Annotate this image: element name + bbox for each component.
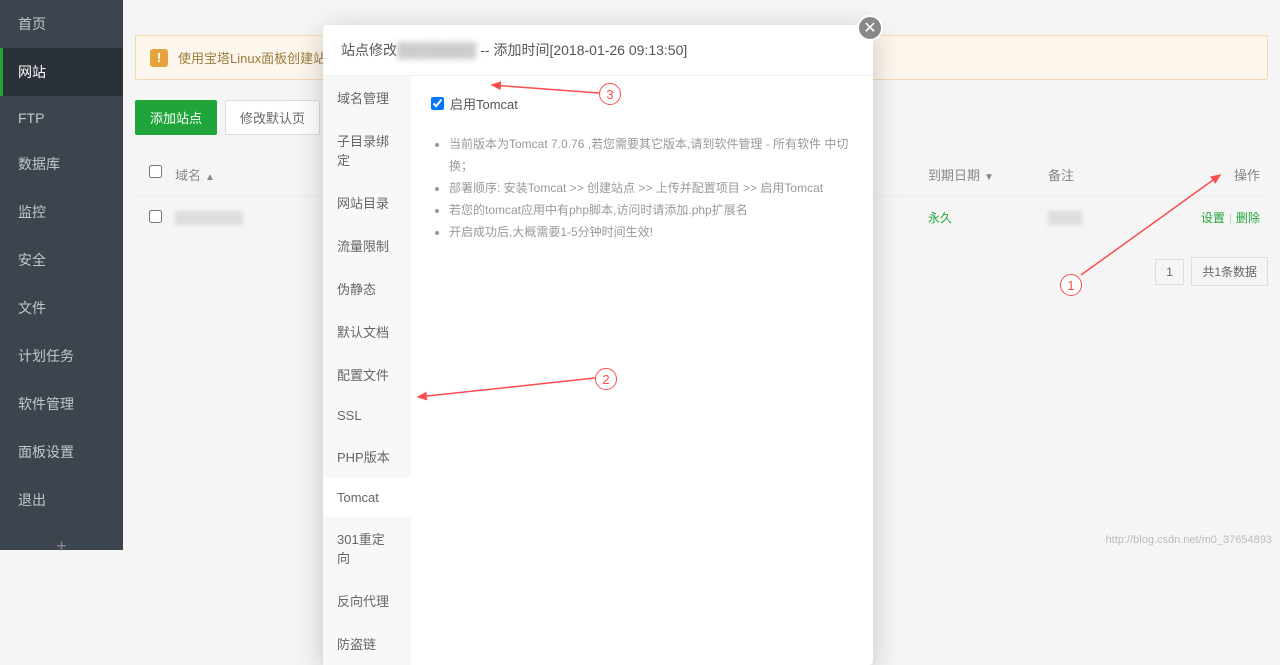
- nav-301[interactable]: 301重定向: [323, 517, 411, 579]
- nav-config[interactable]: 配置文件: [323, 353, 411, 396]
- info-item: 当前版本为Tomcat 7.0.76 ,若您需要其它版本,请到软件管理 - 所有…: [449, 133, 853, 177]
- nav-hotlink[interactable]: 防盗链: [323, 622, 411, 665]
- nav-tomcat[interactable]: Tomcat: [323, 478, 411, 517]
- nav-rewrite[interactable]: 伪静态: [323, 267, 411, 310]
- enable-tomcat-checkbox[interactable]: [431, 97, 444, 110]
- modal-overlay: ✕ 站点修改████████ -- 添加时间[2018-01-26 09:13:…: [0, 0, 1280, 550]
- info-item: 若您的tomcat应用中有php脚本,访问时请添加.php扩展名: [449, 199, 853, 221]
- modal-nav: 域名管理 子目录绑定 网站目录 流量限制 伪静态 默认文档 配置文件 SSL P…: [323, 76, 411, 665]
- annotation-1: 1: [1060, 274, 1082, 296]
- site-edit-modal: ✕ 站点修改████████ -- 添加时间[2018-01-26 09:13:…: [323, 25, 873, 665]
- nav-ssl[interactable]: SSL: [323, 396, 411, 435]
- enable-tomcat-label: 启用Tomcat: [450, 94, 518, 113]
- info-list: 当前版本为Tomcat 7.0.76 ,若您需要其它版本,请到软件管理 - 所有…: [431, 133, 853, 243]
- info-item: 部署顺序: 安装Tomcat >> 创建站点 >> 上传并配置项目 >> 启用T…: [449, 177, 853, 199]
- modal-title: 站点修改████████ -- 添加时间[2018-01-26 09:13:50…: [323, 25, 873, 76]
- enable-tomcat-row[interactable]: 启用Tomcat: [431, 94, 853, 113]
- nav-webdir[interactable]: 网站目录: [323, 181, 411, 224]
- close-icon[interactable]: ✕: [857, 15, 883, 41]
- modal-content: 启用Tomcat 当前版本为Tomcat 7.0.76 ,若您需要其它版本,请到…: [411, 76, 873, 665]
- nav-domain[interactable]: 域名管理: [323, 76, 411, 119]
- nav-proxy[interactable]: 反向代理: [323, 579, 411, 622]
- annotation-2: 2: [595, 368, 617, 390]
- info-item: 开启成功后,大概需要1-5分钟时间生效!: [449, 221, 853, 243]
- nav-default-doc[interactable]: 默认文档: [323, 310, 411, 353]
- nav-traffic[interactable]: 流量限制: [323, 224, 411, 267]
- watermark: http://blog.csdn.net/m0_37654893: [1106, 534, 1272, 546]
- nav-php[interactable]: PHP版本: [323, 435, 411, 478]
- nav-subdir[interactable]: 子目录绑定: [323, 119, 411, 181]
- annotation-3: 3: [599, 83, 621, 105]
